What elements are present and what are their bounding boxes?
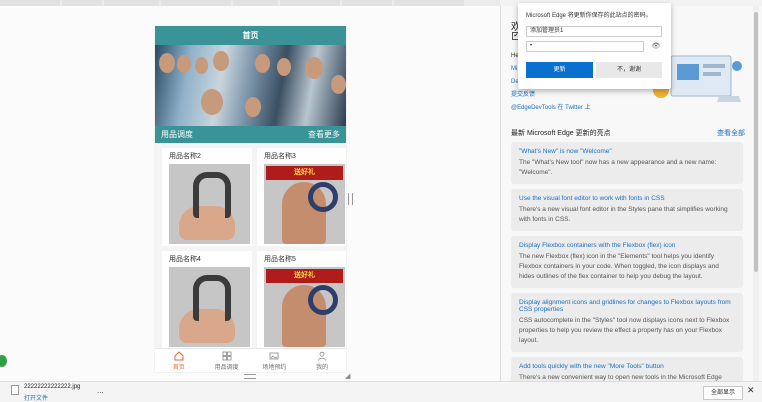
mobile-app-emulation: 首页 用品调度 查看更多 用品名称2 用品名称3 送好礼 用品名称4 用品名称5…	[155, 26, 346, 372]
product-card[interactable]: 用品名称5 送好礼	[257, 251, 346, 349]
hand-grip-image	[169, 164, 250, 244]
popup-title: Microsoft Edge 将更新你保存的此站点的密码。	[526, 13, 652, 19]
resize-corner-icon[interactable]: ◢	[345, 372, 350, 380]
view-more-link[interactable]: 查看更多	[308, 126, 340, 143]
view-all-link[interactable]: 查看全部	[717, 128, 745, 138]
news-card-heading[interactable]: "What's New" is now "Welcome"	[519, 148, 735, 155]
tab-venue[interactable]: 场地预约	[251, 349, 299, 372]
chest-expander-image: 送好礼	[264, 164, 345, 244]
link-feedback[interactable]: 提交反馈	[511, 89, 629, 102]
link-twitter[interactable]: @EdgeDevTools 在 Twitter 上	[511, 102, 629, 115]
chest-expander-image: 送好礼	[264, 267, 345, 347]
image-icon	[269, 352, 279, 360]
news-card-list: "What's New" is now "Welcome" The "What'…	[511, 142, 743, 381]
tab-mine[interactable]: 我的	[298, 349, 346, 372]
tab-home[interactable]: 首页	[155, 349, 203, 372]
password-field[interactable]: •	[526, 41, 644, 52]
product-card[interactable]: 用品名称4	[162, 251, 252, 349]
download-more-button[interactable]: ...	[97, 386, 104, 395]
grid-icon	[222, 351, 232, 361]
product-name: 用品名称2	[169, 153, 201, 160]
bottom-tab-bar: 首页 用品调度 场地预约 我的	[155, 348, 346, 372]
news-card-desc: There's a new visual font editor in the …	[519, 206, 728, 223]
news-card-heading[interactable]: Use the visual font editor to work with …	[519, 195, 735, 202]
hand-grip-image	[169, 267, 250, 347]
decline-button[interactable]: 不，谢谢	[596, 62, 662, 78]
download-filename[interactable]: 22222222222222.jpg	[24, 384, 80, 390]
news-card[interactable]: Display Flexbox containers with the Flex…	[511, 236, 743, 288]
section-title: 用品调度	[161, 130, 193, 139]
product-grid: 用品名称2 用品名称3 送好礼 用品名称4 用品名称5 送好礼	[155, 143, 346, 354]
user-icon	[318, 351, 327, 361]
username-field[interactable]: 添加管理员1	[526, 26, 662, 37]
news-card-desc: There's a new convenient way to open new…	[519, 374, 722, 381]
product-name: 用品名称5	[264, 256, 296, 263]
tab-supplies[interactable]: 用品调度	[203, 349, 251, 372]
product-card[interactable]: 用品名称2	[162, 148, 252, 246]
news-card-heading[interactable]: Display alignment icons and gridlines fo…	[519, 299, 735, 313]
close-download-bar-icon[interactable]: ✕	[747, 385, 755, 396]
news-card[interactable]: Display alignment icons and gridlines fo…	[511, 293, 743, 352]
news-card-heading[interactable]: Display Flexbox containers with the Flex…	[519, 242, 735, 249]
news-title: 最新 Microsoft Edge 更新的亮点	[511, 130, 611, 137]
app-header-title: 首页	[155, 26, 346, 45]
news-card[interactable]: Use the visual font editor to work with …	[511, 189, 743, 231]
banner-image[interactable]	[155, 45, 346, 126]
news-card-desc: The "What's New tool" now has a new appe…	[519, 159, 717, 176]
update-button[interactable]: 更新	[526, 62, 593, 78]
section-bar: 用品调度 查看更多	[155, 126, 346, 143]
news-card[interactable]: "What's New" is now "Welcome" The "What'…	[511, 142, 743, 184]
resize-handle-horizontal[interactable]	[244, 374, 256, 379]
news-card[interactable]: Add tools quickly with the new "More Too…	[511, 357, 743, 381]
news-card-heading[interactable]: Add tools quickly with the new "More Too…	[519, 363, 735, 370]
product-name: 用品名称3	[264, 153, 296, 160]
news-header: 最新 Microsoft Edge 更新的亮点 查看全部	[511, 128, 745, 138]
devtools-scrollbar[interactable]	[753, 6, 759, 381]
product-name: 用品名称4	[169, 256, 201, 263]
home-icon	[174, 351, 184, 361]
resize-handle-vertical[interactable]	[348, 193, 353, 205]
file-icon	[11, 385, 19, 395]
scrollbar-thumb[interactable]	[754, 12, 758, 272]
news-card-desc: The new Flexbox (flex) icon in the "Elem…	[519, 253, 719, 280]
product-card[interactable]: 用品名称3 送好礼	[257, 148, 346, 246]
password-update-popup: Microsoft Edge 将更新你保存的此站点的密码。 添加管理员1 • 👁…	[518, 3, 671, 89]
show-password-icon[interactable]: 👁	[651, 41, 661, 52]
news-card-desc: CSS autocomplete in the "Styles" tool no…	[519, 317, 730, 344]
show-all-button[interactable]: 全部显示	[703, 386, 743, 400]
download-bar: 22222222222222.jpg 打开文件 ... 全部显示 ✕	[0, 381, 762, 402]
